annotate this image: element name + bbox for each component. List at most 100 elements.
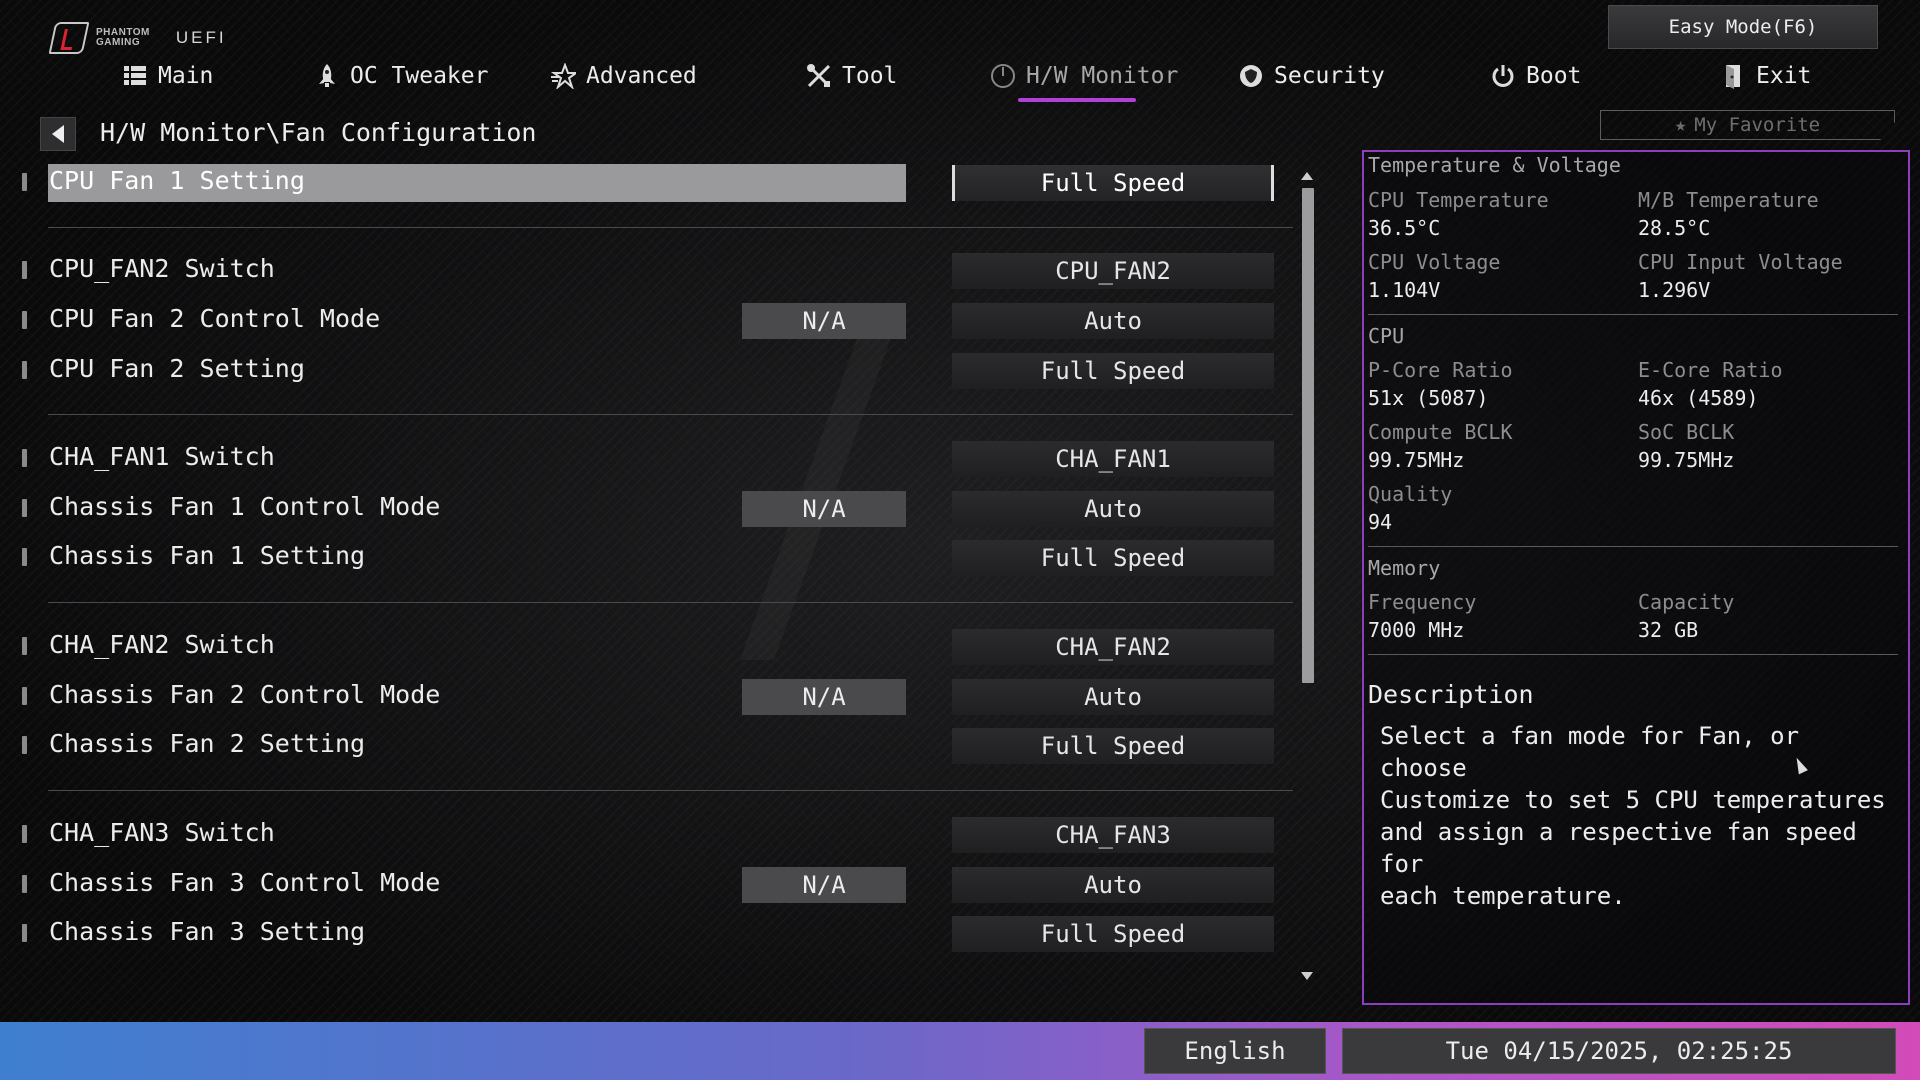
easy-mode-button[interactable]: Easy Mode(F6) [1608,5,1878,49]
setting-value-dropdown[interactable]: CHA_FAN1 [952,441,1274,477]
description-heading: Description [1368,680,1534,709]
cpu-input-voltage-label: CPU Input Voltage [1638,250,1843,274]
panel-divider [1368,546,1898,547]
fan-settings-list: CPU Fan 1 Setting Full Speed CPU_FAN2 Sw… [0,160,1300,990]
shield-icon [1240,65,1262,87]
tab-exit[interactable]: Exit [1720,56,1811,96]
row-marker [22,361,27,379]
temp-voltage-heading: Temperature & Voltage [1368,153,1621,177]
setting-value-dropdown[interactable]: Full Speed [952,916,1274,952]
exit-door-icon [1726,65,1740,89]
setting-value-dropdown[interactable]: Full Speed [952,165,1274,201]
language-button[interactable]: English [1144,1028,1326,1074]
tab-main-label: Main [158,63,214,89]
setting-label: Chassis Fan 1 Setting [49,541,366,570]
tab-boot-label: Boot [1526,63,1582,89]
tab-oc-tweaker[interactable]: OC Tweaker [314,56,488,96]
group-divider [48,227,1293,228]
tab-security[interactable]: Security [1238,56,1385,96]
setting-row-cha-fan1-switch[interactable]: CHA_FAN1 Switch CHA_FAN1 [0,438,1290,478]
setting-row-chassis-fan3-setting[interactable]: Chassis Fan 3 Setting Full Speed [0,913,1290,953]
setting-label: CHA_FAN2 Switch [49,630,275,659]
tab-security-label: Security [1274,63,1385,89]
brand-logo: PHANTOM GAMING UEFI [48,20,227,56]
row-marker [22,449,27,467]
back-button[interactable] [40,117,76,151]
status-na-box: N/A [742,867,906,903]
setting-row-chassis-fan1-control-mode[interactable]: Chassis Fan 1 Control Mode N/A Auto [0,488,1290,528]
setting-row-cha-fan2-switch[interactable]: CHA_FAN2 Switch CHA_FAN2 [0,626,1290,666]
scroll-down-arrow-icon[interactable] [1301,972,1313,980]
tab-hw-monitor-label: H/W Monitor [1026,63,1179,89]
status-na-box: N/A [742,679,906,715]
row-marker [22,548,27,566]
setting-value-dropdown[interactable]: Auto [952,491,1274,527]
brand-text: PHANTOM GAMING [96,28,150,48]
breadcrumb: H/W Monitor\Fan Configuration [100,118,537,147]
mb-temp-label: M/B Temperature [1638,188,1819,212]
setting-value-dropdown[interactable]: Full Speed [952,728,1274,764]
tab-tool[interactable]: Tool [806,56,897,96]
row-marker [22,924,27,942]
setting-row-cha-fan3-switch[interactable]: CHA_FAN3 Switch CHA_FAN3 [0,814,1290,854]
row-marker [22,311,27,329]
setting-value-dropdown[interactable]: Full Speed [952,540,1274,576]
tab-exit-label: Exit [1756,63,1812,89]
setting-row-cpu-fan2-setting[interactable]: CPU Fan 2 Setting Full Speed [0,350,1290,390]
my-favorite-label: My Favorite [1694,114,1821,136]
cpu-voltage-label: CPU Voltage [1368,250,1501,274]
tab-boot[interactable]: Boot [1490,56,1581,96]
group-divider [48,790,1293,791]
rocket-icon [319,64,335,87]
cpu-input-voltage-value: 1.296V [1638,278,1711,302]
tools-icon [807,64,831,88]
my-favorite-button[interactable]: ★ My Favorite [1600,110,1895,140]
row-marker [22,687,27,705]
tab-tool-label: Tool [842,63,898,89]
cpu-voltage-value: 1.104V [1368,278,1441,302]
row-marker [22,261,27,279]
setting-row-chassis-fan2-setting[interactable]: Chassis Fan 2 Setting Full Speed [0,725,1290,765]
setting-value-dropdown[interactable]: Auto [952,303,1274,339]
row-marker [22,637,27,655]
star-icon [550,63,576,89]
scrollbar-thumb[interactable] [1302,188,1314,683]
setting-row-cpu-fan2-switch[interactable]: CPU_FAN2 Switch CPU_FAN2 [0,250,1290,290]
compute-bclk-label: Compute BCLK [1368,420,1513,444]
setting-value-dropdown[interactable]: CHA_FAN3 [952,817,1274,853]
row-marker [22,499,27,517]
setting-value-dropdown[interactable]: CHA_FAN2 [952,629,1274,665]
row-marker [22,875,27,893]
setting-label: CPU Fan 1 Setting [49,166,305,195]
pcore-ratio-label: P-Core Ratio [1368,358,1513,382]
tab-hw-monitor[interactable]: H/W Monitor [990,56,1178,96]
quality-value: 94 [1368,510,1393,534]
setting-value-dropdown[interactable]: Auto [952,679,1274,715]
compute-bclk-value: 99.75MHz [1368,448,1465,472]
setting-value-dropdown[interactable]: CPU_FAN2 [952,253,1274,289]
memory-frequency-value: 7000 MHz [1368,618,1465,642]
setting-row-cpu-fan2-control-mode[interactable]: CPU Fan 2 Control Mode N/A Auto [0,300,1290,340]
setting-row-chassis-fan3-control-mode[interactable]: Chassis Fan 3 Control Mode N/A Auto [0,864,1290,904]
setting-value-dropdown[interactable]: Auto [952,867,1274,903]
setting-row-chassis-fan2-control-mode[interactable]: Chassis Fan 2 Control Mode N/A Auto [0,676,1290,716]
memory-capacity-label: Capacity [1638,590,1735,614]
quality-label: Quality [1368,482,1453,506]
ecore-ratio-value: 46x (4589) [1638,386,1759,410]
memory-capacity-value: 32 GB [1638,618,1699,642]
group-divider [48,602,1293,603]
setting-label: CPU_FAN2 Switch [49,254,275,283]
panel-divider [1368,314,1898,315]
status-na-box: N/A [742,491,906,527]
star-icon: ★ [1674,114,1687,136]
tab-advanced[interactable]: Advanced [550,56,697,96]
description-text: Select a fan mode for Fan, or choose Cus… [1380,722,1886,910]
setting-value-dropdown[interactable]: Full Speed [952,353,1274,389]
setting-row-chassis-fan1-setting[interactable]: Chassis Fan 1 Setting Full Speed [0,537,1290,577]
setting-label: Chassis Fan 3 Control Mode [49,868,441,897]
setting-row-cpu-fan1-setting[interactable]: CPU Fan 1 Setting Full Speed [0,162,1290,202]
setting-label: CHA_FAN3 Switch [49,818,275,847]
scroll-up-arrow-icon[interactable] [1301,172,1313,180]
datetime-display[interactable]: Tue 04/15/2025, 02:25:25 [1342,1028,1896,1074]
tab-main[interactable]: Main [122,56,213,96]
